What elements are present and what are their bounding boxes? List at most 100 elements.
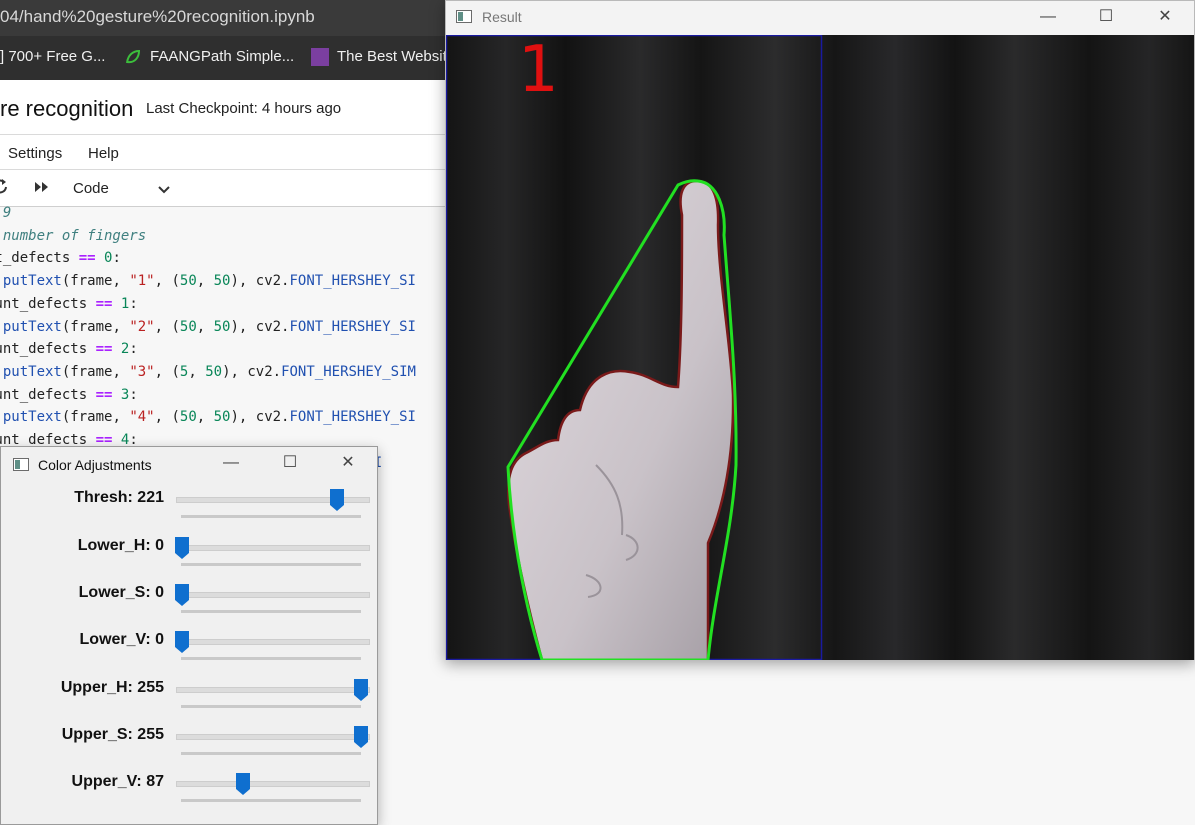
- code-token: ), cv2.: [230, 273, 290, 290]
- site-icon: [311, 48, 329, 67]
- bookmark-label: The Best Websit: [337, 48, 447, 65]
- trackbar-row: Lower_H: 0: [1, 537, 377, 584]
- code-token: FONT_HERSHEY_SI: [289, 273, 416, 290]
- code-token: ,: [188, 363, 206, 380]
- trackbar-thumb[interactable]: [354, 679, 368, 701]
- trackbar-thumb[interactable]: [236, 773, 251, 795]
- notebook-title[interactable]: re recognition: [0, 96, 133, 122]
- code-token: , (: [154, 409, 180, 426]
- close-icon: ✕: [341, 454, 355, 471]
- maximize-button[interactable]: ☐: [267, 447, 313, 479]
- trackbar-thumb[interactable]: [175, 537, 189, 559]
- close-icon: ✕: [1158, 8, 1172, 25]
- trackbar-thumb[interactable]: [175, 631, 189, 653]
- maximize-button[interactable]: ☐: [1083, 1, 1129, 33]
- trackbar-track[interactable]: [176, 687, 370, 693]
- run-all-icon[interactable]: [33, 178, 51, 200]
- code-token: "1": [129, 273, 155, 290]
- trackbar-track[interactable]: [176, 592, 370, 598]
- code-token: ==: [95, 295, 113, 312]
- code-line: ount_defects == 3:: [0, 387, 138, 403]
- minimize-icon: —: [223, 454, 239, 471]
- trackbar-thumb[interactable]: [175, 584, 189, 606]
- code-token: ), cv2.: [222, 363, 282, 380]
- window-app-icon: [13, 458, 29, 471]
- bookmark-faangpath[interactable]: FAANGPath Simple...: [124, 48, 294, 66]
- bookmark-label: FAANGPath Simple...: [150, 48, 295, 65]
- code-token: ,: [196, 273, 214, 290]
- code-token: "2": [129, 318, 155, 335]
- trackbar-label: Upper_V: 87: [71, 773, 164, 790]
- code-token: 50: [205, 363, 223, 380]
- finger-count-overlay: 1: [518, 35, 559, 107]
- result-titlebar[interactable]: Result — ☐ ✕: [446, 1, 1194, 35]
- code-line: - 9: [0, 205, 11, 221]
- maximize-icon: ☐: [282, 454, 298, 471]
- close-button[interactable]: ✕: [1142, 1, 1188, 33]
- menu-help[interactable]: Help: [88, 145, 119, 162]
- close-button[interactable]: ✕: [325, 447, 371, 479]
- code-token: :: [129, 341, 138, 358]
- restart-icon[interactable]: [0, 178, 10, 200]
- code-token: putText: [2, 273, 62, 290]
- code-line: 2.putText(frame, "2", (50, 50), cv2.FONT…: [0, 319, 416, 335]
- trackbar-row: Upper_S: 255: [1, 726, 377, 773]
- camera-frame-image: [446, 35, 1194, 660]
- trackbar-row: Upper_H: 255: [1, 679, 377, 726]
- code-line: 2.putText(frame, "1", (50, 50), cv2.FONT…: [0, 273, 416, 289]
- minimize-button[interactable]: —: [208, 447, 254, 479]
- trackbar-track[interactable]: [176, 781, 370, 787]
- trackbar-label: Lower_S: 0: [78, 584, 164, 601]
- code-token: ==: [78, 250, 96, 267]
- window-app-icon: [456, 10, 472, 23]
- code-token: ), cv2.: [230, 318, 290, 335]
- code-line: 2.putText(frame, "3", (5, 50), cv2.FONT_…: [0, 364, 416, 380]
- trackbar-label: Thresh: 221: [74, 489, 164, 506]
- code-line: t number of fingers: [0, 228, 146, 244]
- code-token: :: [129, 386, 138, 403]
- minimize-icon: —: [1040, 8, 1056, 25]
- trackbar-track[interactable]: [176, 639, 370, 645]
- camera-frame: 1: [446, 35, 1194, 660]
- trackbar-thumb[interactable]: [354, 726, 368, 748]
- minimize-button[interactable]: —: [1025, 1, 1071, 33]
- cell-type-select[interactable]: Code: [73, 180, 109, 197]
- bookmark-best-websites[interactable]: The Best Websit: [311, 48, 447, 67]
- code-token: , (: [154, 363, 180, 380]
- trackbar-track[interactable]: [176, 734, 370, 740]
- maximize-icon: ☐: [1098, 8, 1114, 25]
- menu-settings[interactable]: Settings: [8, 145, 62, 162]
- code-token: putText: [2, 363, 62, 380]
- code-token: FONT_HERSHEY_SI: [289, 409, 416, 426]
- chevron-down-icon[interactable]: [158, 182, 170, 199]
- trackbar-track[interactable]: [176, 545, 370, 551]
- code-token: 50: [213, 318, 231, 335]
- code-token: putText: [2, 318, 62, 335]
- bookmark-700-free[interactable]: ] 700+ Free G...: [0, 48, 105, 65]
- code-token: nt_defects: [0, 250, 71, 267]
- address-bar-url: 04/hand%20gesture%20recognition.ipynb: [0, 7, 315, 26]
- trackbar-thumb[interactable]: [330, 489, 345, 511]
- code-token: - 9: [2, 205, 12, 221]
- trackbar-baseline: [181, 799, 361, 802]
- code-token: "3": [129, 363, 155, 380]
- code-line: ount_defects == 1:: [0, 296, 138, 312]
- code-token: putText: [2, 409, 62, 426]
- code-token: ount_defects: [0, 341, 88, 358]
- code-token: ,: [196, 318, 214, 335]
- code-token: 50: [179, 409, 197, 426]
- trackbar-row: Lower_V: 0: [1, 631, 377, 678]
- code-line: nt_defects == 0:: [0, 250, 121, 266]
- code-token: , (: [154, 273, 180, 290]
- code-token: ==: [95, 341, 113, 358]
- color-adjustments-titlebar[interactable]: Color Adjustments — ☐ ✕: [1, 447, 377, 483]
- trackbar-baseline: [181, 610, 361, 613]
- trackbar-label: Lower_H: 0: [77, 537, 164, 554]
- trackbar-row: Lower_S: 0: [1, 584, 377, 631]
- code-token: FONT_HERSHEY_SIM: [281, 363, 416, 380]
- code-token: (frame,: [61, 273, 130, 290]
- code-token: (frame,: [61, 363, 130, 380]
